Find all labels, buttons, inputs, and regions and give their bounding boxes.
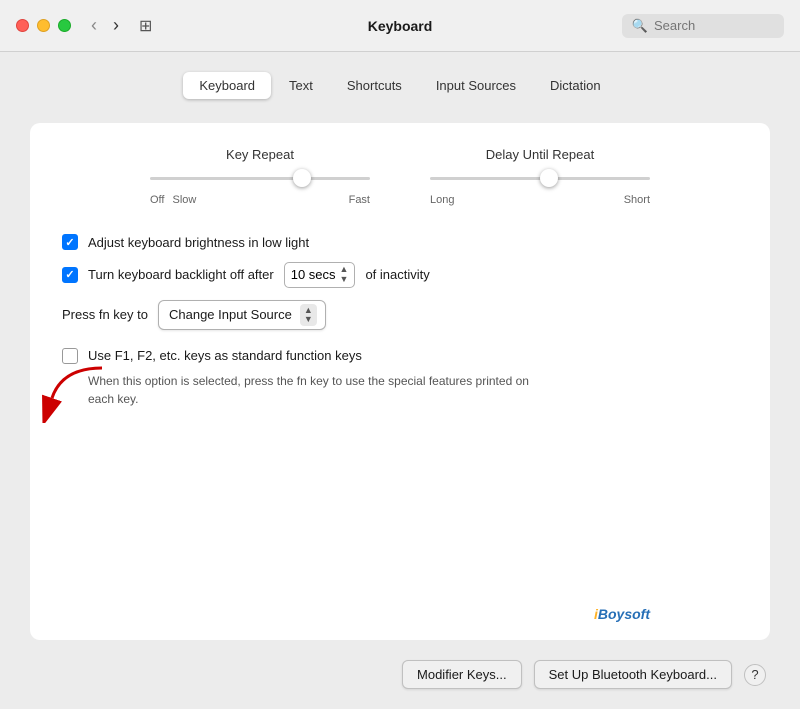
search-box[interactable]: 🔍 (622, 14, 784, 38)
backlight-checkbox[interactable] (62, 267, 78, 283)
tab-input-sources[interactable]: Input Sources (420, 72, 532, 99)
tab-dictation[interactable]: Dictation (534, 72, 617, 99)
maximize-button[interactable] (58, 19, 71, 32)
app-grid-icon[interactable]: ⊞ (139, 16, 152, 36)
modifier-keys-button[interactable]: Modifier Keys... (402, 660, 522, 689)
delay-repeat-min: Long (430, 194, 454, 206)
brightness-row: Adjust keyboard brightness in low light (62, 234, 738, 250)
key-repeat-thumb[interactable] (293, 169, 311, 187)
fn-keys-label: Use F1, F2, etc. keys as standard functi… (88, 348, 362, 363)
brightness-checkbox[interactable] (62, 234, 78, 250)
close-button[interactable] (16, 19, 29, 32)
settings-panel: Key Repeat Off Slow Fast Delay Until Rep… (30, 123, 770, 640)
delay-repeat-track (430, 177, 650, 180)
fn-key-select[interactable]: Change Input Source ▲ ▼ (158, 300, 326, 330)
minimize-button[interactable] (37, 19, 50, 32)
window-title: Keyboard (368, 18, 433, 34)
search-icon: 🔍 (632, 18, 648, 34)
main-content: Keyboard Text Shortcuts Input Sources Di… (0, 52, 800, 709)
red-arrow-icon (42, 358, 112, 423)
tab-keyboard[interactable]: Keyboard (183, 72, 271, 99)
key-repeat-track (150, 177, 370, 180)
fn-checkbox-row: Use F1, F2, etc. keys as standard functi… (62, 348, 738, 364)
fn-keys-description: When this option is selected, press the … (88, 372, 738, 408)
forward-button[interactable]: › (109, 13, 123, 38)
inactivity-arrows: ▲ ▼ (340, 265, 349, 285)
arrow-annotation (42, 358, 112, 428)
delay-repeat-max: Short (624, 194, 650, 206)
delay-repeat-thumb[interactable] (540, 169, 558, 187)
tab-shortcuts[interactable]: Shortcuts (331, 72, 418, 99)
back-button[interactable]: ‹ (87, 13, 101, 38)
traffic-lights (16, 19, 71, 32)
key-repeat-min: Off (150, 194, 164, 206)
key-repeat-max: Fast (349, 194, 370, 206)
key-repeat-sublabels: Off Slow Fast (150, 194, 370, 206)
bottom-bar: Modifier Keys... Set Up Bluetooth Keyboa… (30, 660, 770, 689)
delay-repeat-slider[interactable] (430, 168, 650, 188)
key-repeat-label: Key Repeat (226, 147, 294, 162)
delay-repeat-sublabels: Long Short (430, 194, 650, 206)
title-bar: ‹ › ⊞ Keyboard 🔍 (0, 0, 800, 52)
inactivity-suffix: of inactivity (365, 267, 429, 282)
tab-bar: Keyboard Text Shortcuts Input Sources Di… (30, 72, 770, 99)
nav-buttons: ‹ › (87, 13, 123, 38)
help-button[interactable]: ? (744, 664, 766, 686)
watermark: iBoysoft (594, 606, 650, 622)
search-input[interactable] (654, 18, 774, 33)
inactivity-select[interactable]: 10 secs ▲ ▼ (284, 262, 356, 288)
fn-key-arrows: ▲ ▼ (300, 304, 317, 326)
inactivity-value: 10 secs (291, 267, 336, 282)
setup-bluetooth-button[interactable]: Set Up Bluetooth Keyboard... (534, 660, 732, 689)
fn-key-value: Change Input Source (169, 307, 292, 322)
brightness-label: Adjust keyboard brightness in low light (88, 235, 309, 250)
fn-key-label: Press fn key to (62, 307, 148, 322)
key-repeat-slider[interactable] (150, 168, 370, 188)
delay-repeat-label: Delay Until Repeat (486, 147, 594, 162)
fn-section: Use F1, F2, etc. keys as standard functi… (62, 348, 738, 408)
delay-repeat-group: Delay Until Repeat Long Short (430, 147, 650, 206)
backlight-label: Turn keyboard backlight off after (88, 267, 274, 282)
key-repeat-group: Key Repeat Off Slow Fast (150, 147, 370, 206)
fn-key-row: Press fn key to Change Input Source ▲ ▼ (62, 300, 738, 330)
key-repeat-mid: Slow (172, 194, 196, 206)
tab-text[interactable]: Text (273, 72, 329, 99)
backlight-row: Turn keyboard backlight off after 10 sec… (62, 262, 738, 288)
sliders-row: Key Repeat Off Slow Fast Delay Until Rep… (62, 147, 738, 206)
